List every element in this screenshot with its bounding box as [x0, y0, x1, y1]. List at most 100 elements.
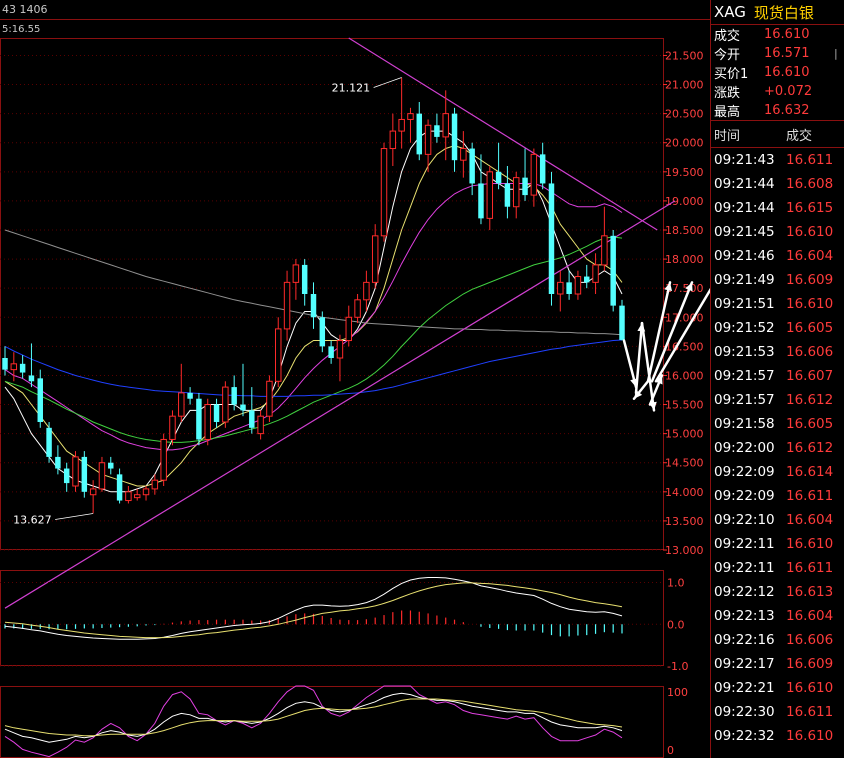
tick-price: 16.611 [786, 704, 834, 720]
ticks-header-time: 时间 [714, 128, 741, 144]
tick-row[interactable]: 09:22:12 16.613 [711, 580, 844, 604]
tick-time: 09:21:57 [714, 368, 775, 384]
quote-value: 16.632 [764, 103, 810, 118]
tick-row[interactable]: 09:21:53 16.606 [711, 340, 844, 364]
candle-body [371, 235, 379, 283]
price-tick-label: 16.000 [665, 369, 704, 382]
tick-row[interactable]: 09:22:09 16.614 [711, 460, 844, 484]
price-tick-label: 19.000 [665, 195, 704, 208]
tick-time: 09:22:13 [714, 608, 775, 624]
tick-list[interactable]: 09:21:43 16.611 09:21:44 16.608 09:21:44 16.6… [711, 148, 844, 748]
tick-row[interactable]: 09:22:17 16.609 [711, 652, 844, 676]
candle-body [178, 392, 185, 417]
tick-row[interactable]: 09:22:32 16.610 [711, 724, 844, 748]
candle-body [319, 317, 326, 347]
candle-body [557, 281, 564, 295]
tick-price: 16.610 [786, 680, 834, 696]
tick-price: 16.611 [786, 488, 834, 504]
quote-list: 成交 16.610 今开 16.571 | 买价1 16.610 涨跌 +0.072 最高 16.6… [711, 25, 844, 120]
symbol-name: 现货白银 [753, 3, 814, 22]
tick-price: 16.615 [786, 200, 834, 216]
tick-row[interactable]: 09:21:58 16.605 [711, 412, 844, 436]
price-tick-label: 20.500 [665, 108, 704, 121]
candle-body [539, 154, 546, 184]
candle-body [213, 404, 220, 422]
tick-time: 09:22:11 [714, 536, 775, 552]
tick-row[interactable]: 09:21:57 16.612 [711, 388, 844, 412]
tick-row[interactable]: 09:21:44 16.615 [711, 196, 844, 220]
tick-row[interactable]: 09:22:21 16.610 [711, 676, 844, 700]
tick-row[interactable]: 09:21:43 16.611 [711, 148, 844, 172]
tick-row[interactable]: 09:22:11 16.611 [711, 556, 844, 580]
tick-row[interactable]: 09:22:16 16.606 [711, 628, 844, 652]
tick-row[interactable]: 09:22:10 16.604 [711, 508, 844, 532]
tick-row[interactable]: 09:21:45 16.610 [711, 220, 844, 244]
candle-body [512, 177, 520, 208]
tick-price: 16.610 [786, 224, 834, 240]
tick-time: 09:21:52 [714, 320, 775, 336]
quote-label: 涨跌 [714, 86, 741, 101]
tick-price: 16.608 [786, 176, 834, 192]
tick-price: 16.611 [786, 560, 834, 576]
tick-row[interactable]: 09:21:44 16.608 [711, 172, 844, 196]
moving-average-line [4, 236, 623, 443]
candle-body [389, 130, 397, 150]
kline-chart-svg[interactable]: 13.000 13.500 14.000 14.500 15.000 15.500 16.0… [0, 0, 710, 758]
tick-time: 09:22:09 [714, 488, 775, 504]
quote-label: 买价1 [714, 67, 749, 82]
kdj-d-line [4, 698, 623, 737]
chart-area[interactable]: 13.000 13.500 14.000 14.500 15.000 15.500 16.0… [0, 0, 710, 758]
candle-body [81, 456, 88, 492]
symbol-code: XAG [714, 3, 746, 21]
tick-price: 16.604 [786, 512, 834, 528]
tick-time: 09:22:10 [714, 512, 775, 528]
tick-row[interactable]: 09:22:30 16.611 [711, 700, 844, 724]
tick-time: 09:21:57 [714, 392, 775, 408]
trendline [4, 200, 676, 609]
price-tick-label: 21.500 [665, 49, 704, 62]
candle-body [151, 479, 159, 490]
candle-body [28, 375, 35, 382]
candle-body [204, 404, 211, 440]
candle-body [592, 264, 599, 283]
tick-row[interactable]: 09:21:51 16.610 [711, 292, 844, 316]
candle-body [328, 346, 334, 358]
quote-row: 买价1 16.610 [711, 63, 844, 82]
tick-row[interactable]: 09:22:11 16.610 [711, 532, 844, 556]
candle-body [310, 294, 317, 318]
candle-body [610, 235, 616, 306]
candle-body [363, 281, 370, 301]
candle-body [10, 363, 18, 371]
tick-time: 09:21:49 [714, 272, 775, 288]
candle-body [451, 113, 458, 161]
tick-time: 09:21:51 [714, 296, 775, 312]
candle-body [108, 462, 114, 469]
candle-body [619, 305, 625, 340]
candle-body [89, 488, 97, 496]
macd-dea-line [4, 582, 623, 639]
candle-body [257, 415, 264, 435]
tick-row[interactable]: 09:22:09 16.611 [711, 484, 844, 508]
tick-price: 16.610 [786, 536, 834, 552]
tick-row[interactable]: 09:21:46 16.604 [711, 244, 844, 268]
tick-time: 09:21:45 [714, 224, 775, 240]
symbol-row[interactable]: XAG 现货白银 [711, 0, 844, 24]
candle-body [584, 276, 590, 283]
tick-row[interactable]: 09:21:57 16.607 [711, 364, 844, 388]
candle-body [275, 328, 282, 382]
candle-body [169, 415, 176, 440]
tick-row[interactable]: 09:22:00 16.612 [711, 436, 844, 460]
tick-row[interactable]: 09:21:49 16.609 [711, 268, 844, 292]
quote-value: +0.072 [764, 84, 813, 99]
candle-body [249, 410, 255, 428]
candle-body [292, 264, 300, 283]
kdj-tick-label: 0 [667, 744, 674, 757]
macd-dif-line [4, 577, 623, 640]
candle-body [566, 282, 572, 294]
candle-body [160, 438, 167, 481]
tick-row[interactable]: 09:22:13 16.604 [711, 604, 844, 628]
candle-body [19, 363, 26, 373]
tick-time: 09:21:43 [714, 152, 775, 168]
price-tick-label: 21.000 [665, 79, 704, 92]
tick-row[interactable]: 09:21:52 16.605 [711, 316, 844, 340]
